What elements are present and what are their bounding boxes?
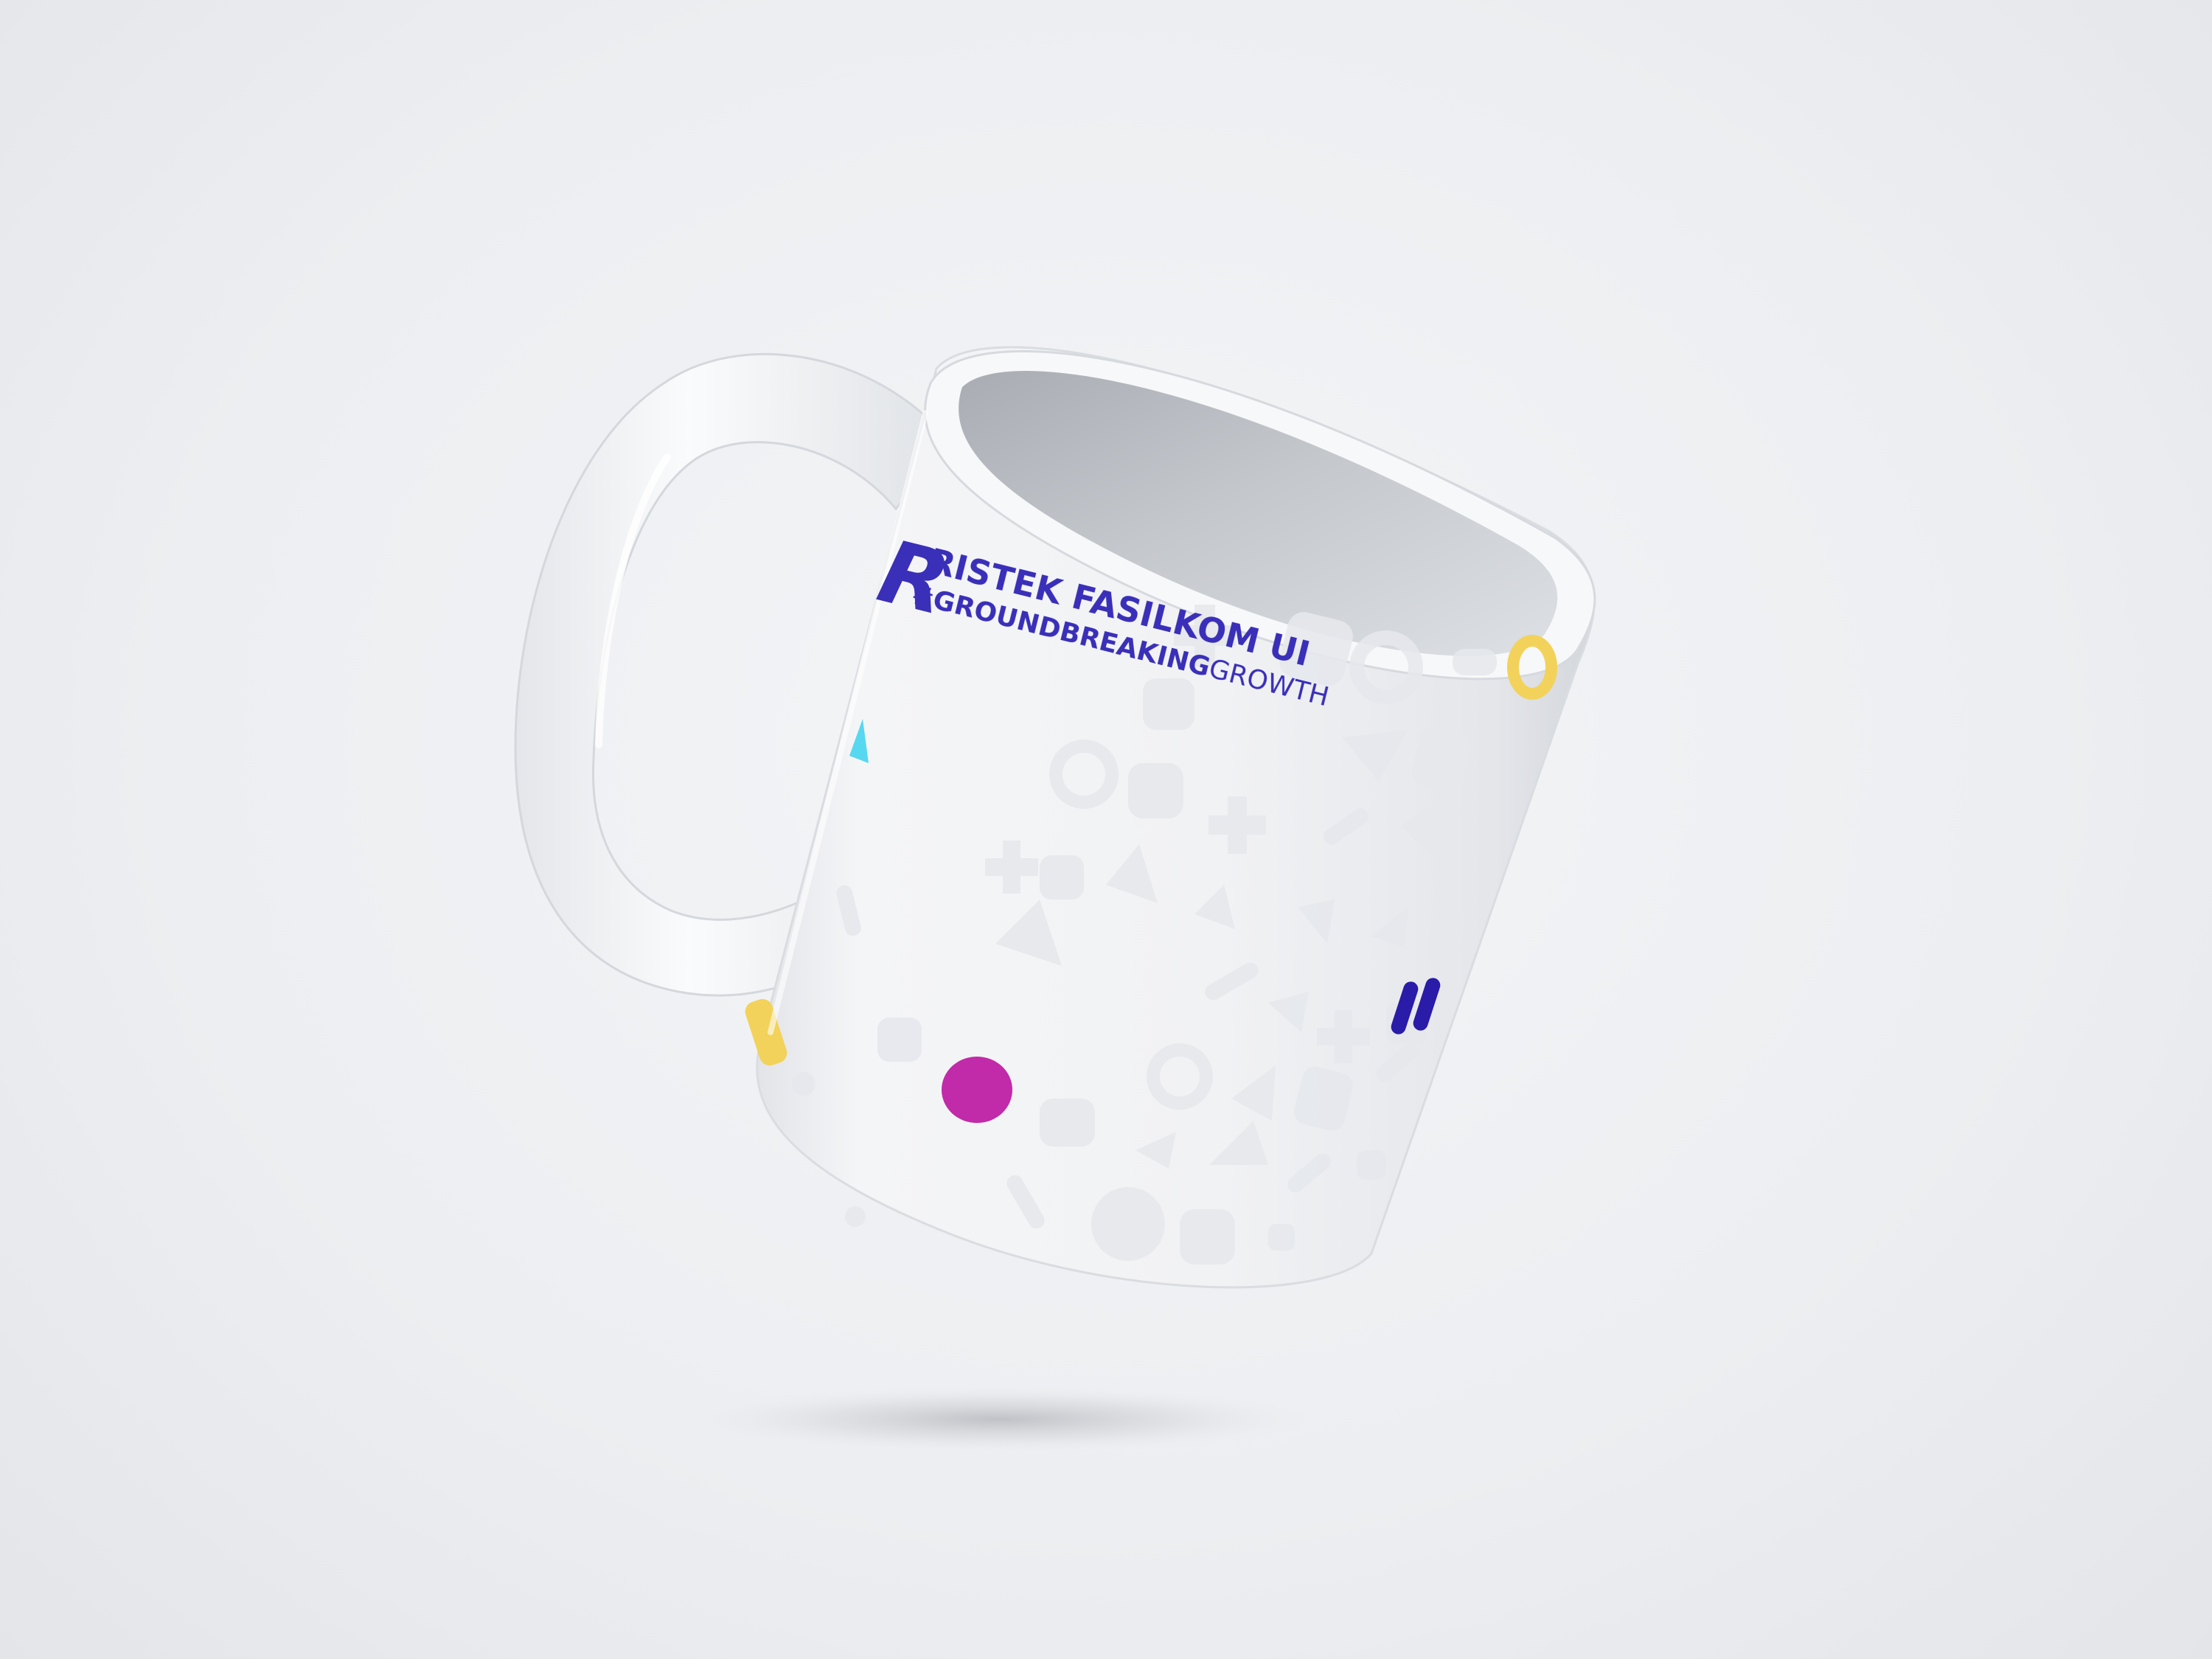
floor-shadow bbox=[682, 1385, 1316, 1453]
product-photo bbox=[514, 346, 1596, 1453]
magenta-dot bbox=[942, 1057, 1012, 1123]
